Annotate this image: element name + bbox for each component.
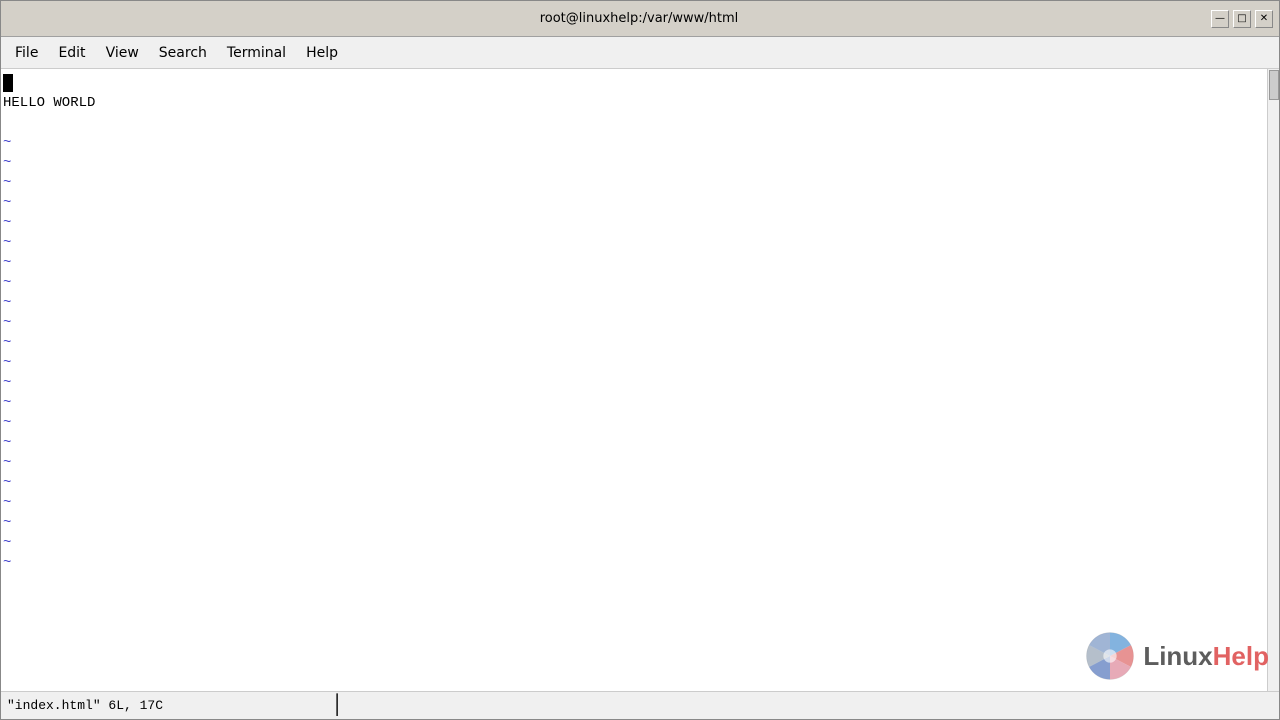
content-line: HELLO WORLD <box>3 93 1277 113</box>
tilde-5: ~ <box>3 213 1277 233</box>
tilde-4: ~ <box>3 193 1277 213</box>
tilde-lines: ~ ~ ~ ~ ~ ~ ~ ~ ~ ~ ~ ~ ~ ~ ~ ~ ~ ~ ~ ~ <box>3 133 1277 573</box>
maximize-button[interactable]: □ <box>1233 10 1251 28</box>
tilde-13: ~ <box>3 373 1277 393</box>
tilde-12: ~ <box>3 353 1277 373</box>
window-controls: — □ ✕ <box>1211 10 1273 28</box>
terminal-content-area[interactable]: HELLO WORLD ~ ~ ~ ~ ~ ~ ~ ~ ~ ~ ~ ~ ~ ~ … <box>1 69 1279 691</box>
linuxhelp-logo-icon <box>1085 631 1135 681</box>
status-cursor-icon: │ <box>331 694 343 717</box>
empty-line <box>3 113 1277 133</box>
tilde-19: ~ <box>3 493 1277 513</box>
minimize-button[interactable]: — <box>1211 10 1229 28</box>
tilde-18: ~ <box>3 473 1277 493</box>
terminal-body[interactable]: HELLO WORLD ~ ~ ~ ~ ~ ~ ~ ~ ~ ~ ~ ~ ~ ~ … <box>1 69 1279 691</box>
tilde-1: ~ <box>3 133 1277 153</box>
cursor-line <box>3 73 1277 93</box>
watermark-label: LinuxHelp <box>1143 641 1269 672</box>
tilde-6: ~ <box>3 233 1277 253</box>
tilde-17: ~ <box>3 453 1277 473</box>
tilde-9: ~ <box>3 293 1277 313</box>
menu-edit[interactable]: Edit <box>48 41 95 65</box>
scrollbar[interactable] <box>1267 69 1279 691</box>
tilde-3: ~ <box>3 173 1277 193</box>
tilde-15: ~ <box>3 413 1277 433</box>
terminal-window: root@linuxhelp:/var/www/html — □ ✕ File … <box>0 0 1280 720</box>
menu-file[interactable]: File <box>5 41 48 65</box>
status-text: "index.html" 6L, 17C <box>7 698 163 713</box>
window-title: root@linuxhelp:/var/www/html <box>67 11 1211 26</box>
status-bar: "index.html" 6L, 17C │ <box>1 691 1279 719</box>
watermark: LinuxHelp <box>1085 631 1269 681</box>
menu-terminal[interactable]: Terminal <box>217 41 296 65</box>
tilde-10: ~ <box>3 313 1277 333</box>
tilde-7: ~ <box>3 253 1277 273</box>
close-button[interactable]: ✕ <box>1255 10 1273 28</box>
tilde-16: ~ <box>3 433 1277 453</box>
tilde-14: ~ <box>3 393 1277 413</box>
scrollbar-thumb[interactable] <box>1269 70 1279 100</box>
menu-view[interactable]: View <box>96 41 149 65</box>
tilde-20: ~ <box>3 513 1277 533</box>
tilde-11: ~ <box>3 333 1277 353</box>
tilde-2: ~ <box>3 153 1277 173</box>
menu-search[interactable]: Search <box>149 41 217 65</box>
title-bar: root@linuxhelp:/var/www/html — □ ✕ <box>1 1 1279 37</box>
menu-help[interactable]: Help <box>296 41 348 65</box>
tilde-8: ~ <box>3 273 1277 293</box>
tilde-21: ~ <box>3 533 1277 553</box>
menu-bar: File Edit View Search Terminal Help <box>1 37 1279 69</box>
tilde-22: ~ <box>3 553 1277 573</box>
text-cursor <box>3 74 13 92</box>
